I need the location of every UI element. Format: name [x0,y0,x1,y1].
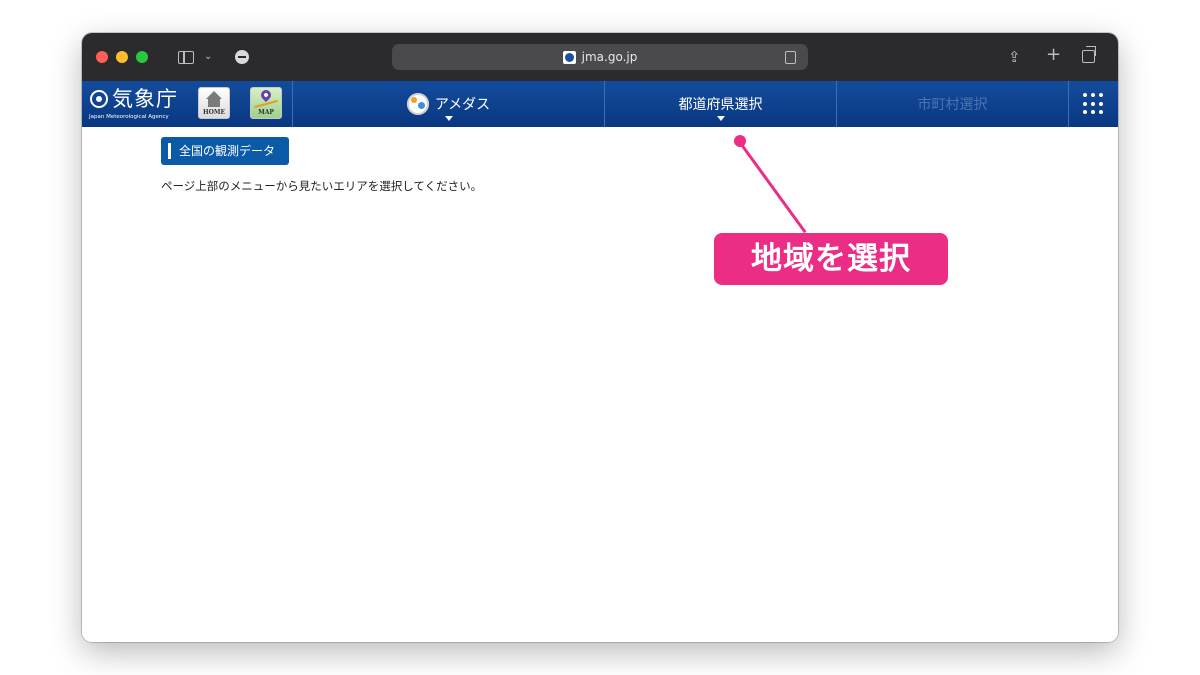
grid-dot [1099,110,1103,115]
grid-dot [1083,110,1087,115]
minimize-window-button[interactable] [116,51,128,63]
grid-menu-button[interactable] [1068,81,1118,127]
reader-mode-icon[interactable] [785,51,796,64]
grid-dot [1099,101,1103,106]
maximize-window-button[interactable] [136,51,148,63]
section-title: 全国の観測データ [161,137,290,165]
share-icon[interactable]: ⇪ [1008,47,1021,67]
annotation-label: 地域を選択 [714,233,948,285]
site-navbar: 気象庁 Japan Meteorological Agency HOME MAP… [82,81,1118,127]
url-text: jma.go.jp [581,50,638,64]
home-icon [206,91,222,99]
nav-item-amedas-label: アメダス [434,97,491,113]
grid-menu-icon [1083,93,1105,115]
browser-titlebar: ⌄ jma.go.jp ⇪ + [82,33,1118,81]
logo-subtitle: Japan Meteorological Agency [89,114,169,120]
logo-name: 気象庁 [112,87,178,111]
new-tab-icon[interactable]: + [1046,45,1061,65]
caret-down-icon [716,116,725,121]
site-logo[interactable]: 気象庁 Japan Meteorological Agency HOME MAP [82,81,292,127]
grid-dot [1099,93,1103,97]
nav-item-amedas[interactable]: アメダス [292,81,604,127]
nav-item-city-label: 市町村選択 [917,97,988,113]
grid-dot [1083,101,1087,106]
instruction-text: ページ上部のメニューから見たいエリアを選択してください。 [161,179,483,193]
grid-dot [1091,93,1095,97]
address-bar[interactable]: jma.go.jp [392,44,808,70]
site-favicon-icon [562,50,576,64]
chevron-down-icon[interactable]: ⌄ [204,47,212,67]
home-icon-body [208,99,220,107]
tab-overview-icon[interactable] [1082,46,1096,63]
jma-logo-icon [90,90,108,108]
map-pin-icon [258,87,274,103]
amedas-icon [406,93,429,115]
nav-item-city-select: 市町村選択 [836,81,1068,127]
nav-item-prefecture-label: 都道府県選択 [678,97,763,113]
grid-dot [1091,101,1095,106]
caret-down-icon [444,116,453,121]
sidebar-toggle-icon[interactable] [178,51,194,64]
home-button-label: HOME [202,109,226,116]
grid-dot [1083,93,1087,97]
nav-item-prefecture-select[interactable]: 都道府県選択 [604,81,836,127]
browser-window: ⌄ jma.go.jp ⇪ + 気象庁 Japan Meteorological… [82,33,1118,642]
close-window-button[interactable] [96,51,108,63]
privacy-report-icon[interactable] [235,50,249,64]
grid-dot [1091,110,1095,115]
page-content: 全国の観測データ ページ上部のメニューから見たいエリアを選択してください。 [82,127,1118,642]
map-button[interactable]: MAP [250,87,282,119]
home-button[interactable]: HOME [198,87,230,119]
map-button-label: MAP [258,109,274,116]
